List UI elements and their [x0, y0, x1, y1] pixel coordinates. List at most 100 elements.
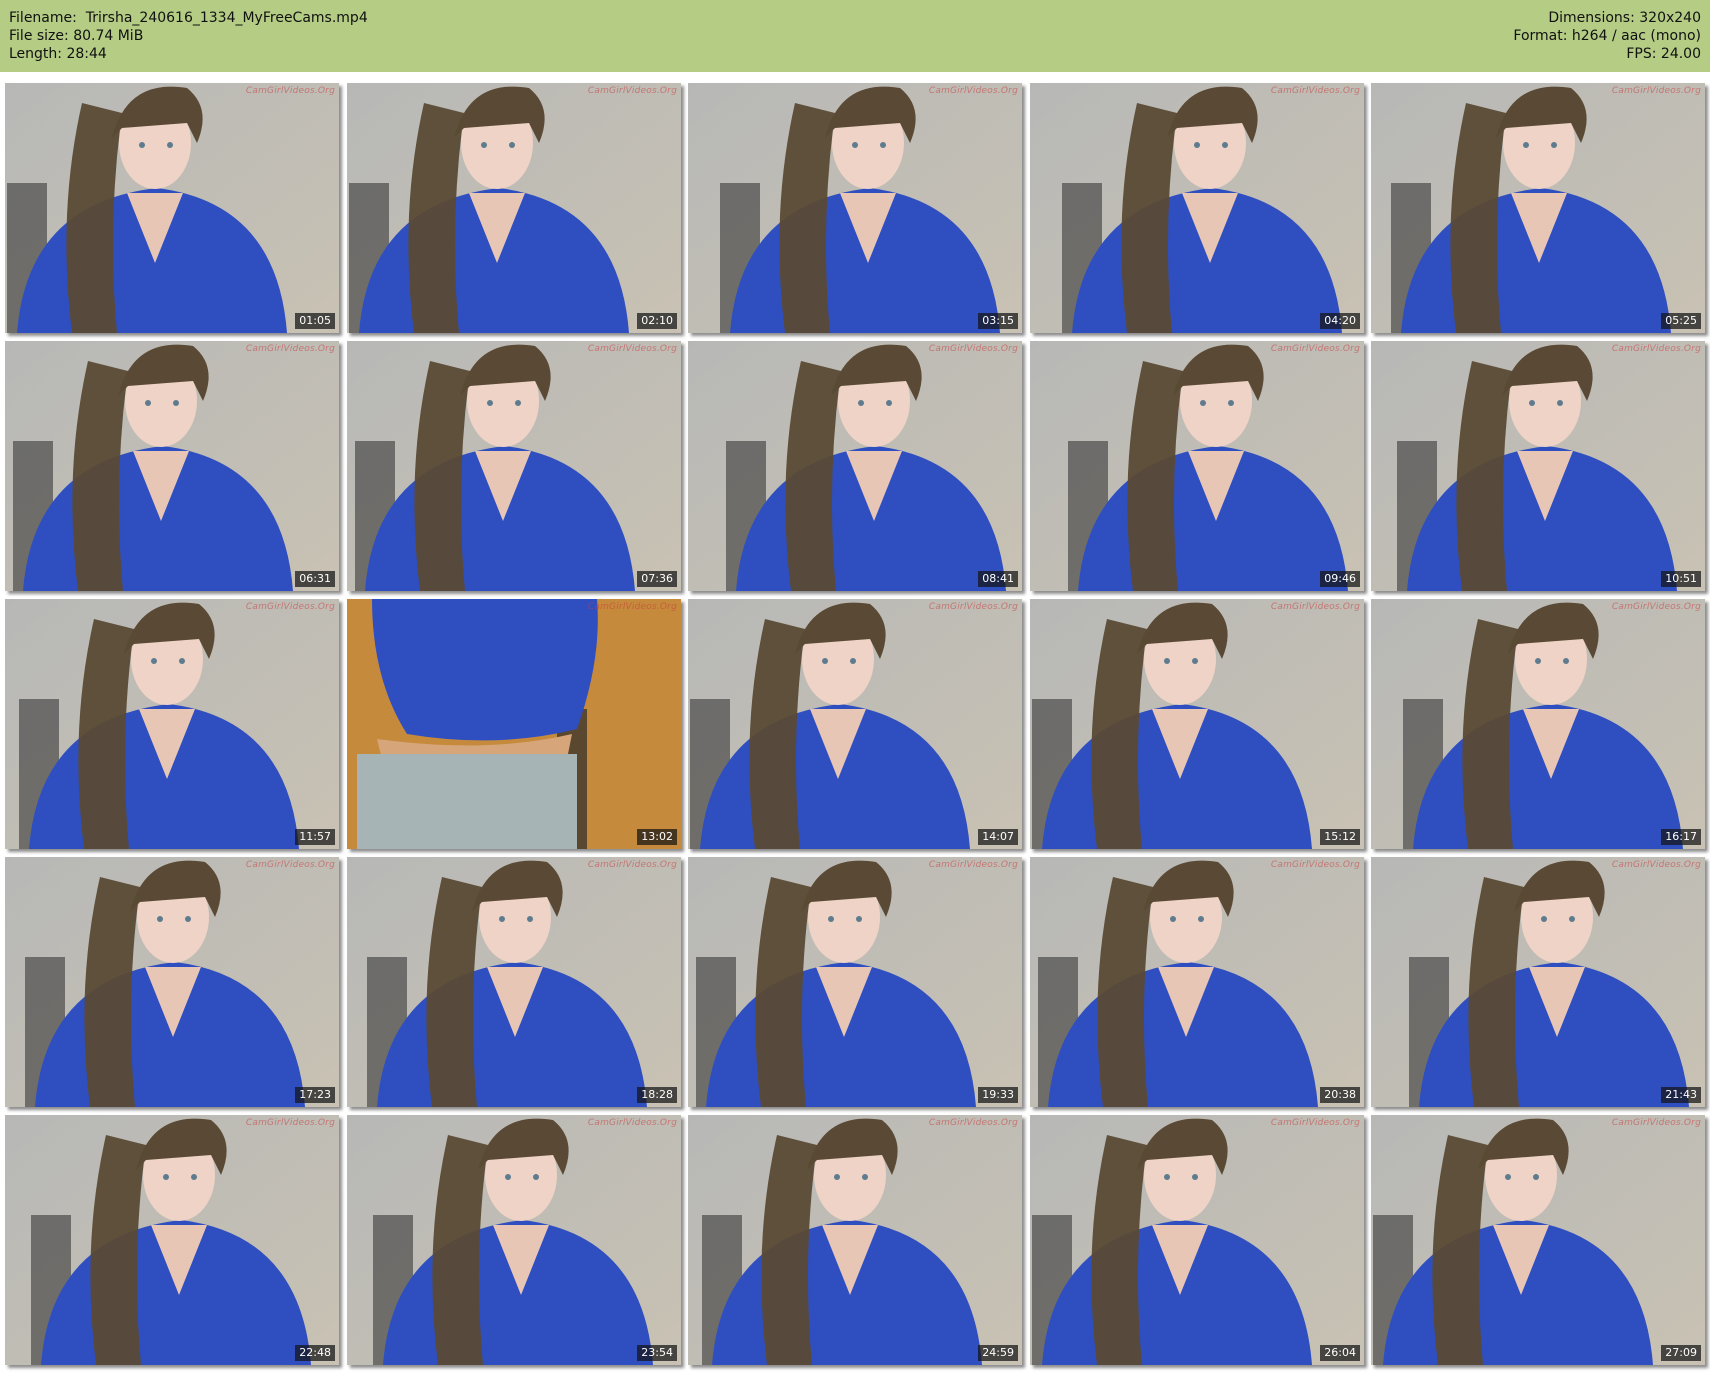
- frame-image: [5, 599, 339, 849]
- video-thumbnail: CamGirlVideos.Org 26:04: [1030, 1115, 1364, 1365]
- video-thumbnail: CamGirlVideos.Org 21:43: [1371, 857, 1705, 1107]
- video-thumbnail: CamGirlVideos.Org 22:48: [5, 1115, 339, 1365]
- video-thumbnail: CamGirlVideos.Org 07:36: [347, 341, 681, 591]
- watermark-text: CamGirlVideos.Org: [245, 602, 335, 612]
- watermark-text: CamGirlVideos.Org: [1611, 602, 1701, 612]
- video-thumbnail: CamGirlVideos.Org 04:20: [1030, 83, 1364, 333]
- frame-image: [347, 1115, 681, 1365]
- watermark-text: CamGirlVideos.Org: [1611, 344, 1701, 354]
- timestamp-label: 16:17: [1661, 829, 1701, 845]
- thumbnail-grid: CamGirlVideos.Org 01:05 CamGirlVideos.Org 0…: [5, 83, 1705, 1367]
- frame-image: [1030, 1115, 1364, 1365]
- watermark-text: CamGirlVideos.Org: [587, 1118, 677, 1128]
- watermark-text: CamGirlVideos.Org: [245, 344, 335, 354]
- timestamp-label: 06:31: [295, 571, 335, 587]
- frame-image: [1371, 1115, 1705, 1365]
- video-thumbnail: CamGirlVideos.Org 02:10: [347, 83, 681, 333]
- length-value: 28:44: [66, 46, 107, 62]
- timestamp-label: 21:43: [1661, 1087, 1701, 1103]
- timestamp-label: 27:09: [1661, 1345, 1701, 1361]
- length-row: Length: 28:44: [9, 46, 107, 62]
- frame-image: [1371, 857, 1705, 1107]
- dimensions-row: Dimensions: 320x240: [1548, 10, 1701, 26]
- timestamp-label: 17:23: [295, 1087, 335, 1103]
- video-thumbnail: CamGirlVideos.Org 08:41: [688, 341, 1022, 591]
- frame-image: [5, 341, 339, 591]
- timestamp-label: 13:02: [637, 829, 677, 845]
- watermark-text: CamGirlVideos.Org: [1270, 1118, 1360, 1128]
- fps-row: FPS: 24.00: [1626, 46, 1701, 62]
- timestamp-label: 15:12: [1320, 829, 1360, 845]
- watermark-text: CamGirlVideos.Org: [1611, 860, 1701, 870]
- timestamp-label: 01:05: [295, 313, 335, 329]
- timestamp-label: 26:04: [1320, 1345, 1360, 1361]
- timestamp-label: 22:48: [295, 1345, 335, 1361]
- frame-image: [1371, 341, 1705, 591]
- frame-image: [347, 341, 681, 591]
- frame-image: [1030, 857, 1364, 1107]
- watermark-text: CamGirlVideos.Org: [245, 1118, 335, 1128]
- frame-image: [688, 1115, 1022, 1365]
- frame-image: [1371, 83, 1705, 333]
- watermark-text: CamGirlVideos.Org: [928, 1118, 1018, 1128]
- timestamp-label: 19:33: [978, 1087, 1018, 1103]
- filesize-value: 80.74 MiB: [73, 28, 144, 44]
- video-thumbnail: CamGirlVideos.Org 09:46: [1030, 341, 1364, 591]
- frame-image: [1371, 599, 1705, 849]
- frame-image: [688, 599, 1022, 849]
- timestamp-label: 18:28: [637, 1087, 677, 1103]
- frame-image: [688, 83, 1022, 333]
- format-value: h264 / aac (mono): [1571, 28, 1701, 44]
- video-thumbnail: CamGirlVideos.Org 18:28: [347, 857, 681, 1107]
- video-thumbnail: CamGirlVideos.Org 23:54: [347, 1115, 681, 1365]
- dimensions-value: 320x240: [1639, 10, 1701, 26]
- video-thumbnail: CamGirlVideos.Org 16:17: [1371, 599, 1705, 849]
- watermark-text: CamGirlVideos.Org: [245, 86, 335, 96]
- video-thumbnail: CamGirlVideos.Org 20:38: [1030, 857, 1364, 1107]
- watermark-text: CamGirlVideos.Org: [1270, 344, 1360, 354]
- frame-image: [5, 1115, 339, 1365]
- filename-value: Trirsha_240616_1334_MyFreeCams.mp4: [85, 10, 368, 26]
- info-header: Filename: Trirsha_240616_1334_MyFreeCams…: [0, 0, 1710, 72]
- frame-image: [688, 341, 1022, 591]
- video-thumbnail: CamGirlVideos.Org 24:59: [688, 1115, 1022, 1365]
- frame-image: [688, 857, 1022, 1107]
- timestamp-label: 08:41: [978, 571, 1018, 587]
- video-thumbnail: CamGirlVideos.Org 03:15: [688, 83, 1022, 333]
- filename-row: Filename: Trirsha_240616_1334_MyFreeCams…: [9, 10, 368, 26]
- file-info: Filename: Trirsha_240616_1334_MyFreeCams…: [9, 9, 368, 63]
- timestamp-label: 02:10: [637, 313, 677, 329]
- watermark-text: CamGirlVideos.Org: [587, 860, 677, 870]
- frame-image: [347, 599, 681, 849]
- format-row: Format: h264 / aac (mono): [1513, 28, 1701, 44]
- timestamp-label: 14:07: [978, 829, 1018, 845]
- timestamp-label: 05:25: [1661, 313, 1701, 329]
- frame-image: [1030, 83, 1364, 333]
- frame-image: [5, 83, 339, 333]
- timestamp-label: 03:15: [978, 313, 1018, 329]
- watermark-text: CamGirlVideos.Org: [928, 86, 1018, 96]
- video-thumbnail: CamGirlVideos.Org 11:57: [5, 599, 339, 849]
- frame-image: [1030, 341, 1364, 591]
- watermark-text: CamGirlVideos.Org: [928, 860, 1018, 870]
- video-thumbnail: CamGirlVideos.Org 05:25: [1371, 83, 1705, 333]
- video-thumbnail: CamGirlVideos.Org 06:31: [5, 341, 339, 591]
- video-thumbnail: CamGirlVideos.Org 27:09: [1371, 1115, 1705, 1365]
- watermark-text: CamGirlVideos.Org: [1611, 1118, 1701, 1128]
- timestamp-label: 23:54: [637, 1345, 677, 1361]
- video-thumbnail: CamGirlVideos.Org 14:07: [688, 599, 1022, 849]
- video-thumbnail: CamGirlVideos.Org 17:23: [5, 857, 339, 1107]
- timestamp-label: 07:36: [637, 571, 677, 587]
- video-info: Dimensions: 320x240 Format: h264 / aac (…: [1513, 9, 1701, 63]
- frame-image: [1030, 599, 1364, 849]
- fps-value: 24.00: [1660, 46, 1701, 62]
- timestamp-label: 11:57: [295, 829, 335, 845]
- watermark-text: CamGirlVideos.Org: [587, 602, 677, 612]
- watermark-text: CamGirlVideos.Org: [928, 602, 1018, 612]
- video-thumbnail: CamGirlVideos.Org 01:05: [5, 83, 339, 333]
- video-thumbnail: CamGirlVideos.Org 19:33: [688, 857, 1022, 1107]
- watermark-text: CamGirlVideos.Org: [1270, 86, 1360, 96]
- video-thumbnail: CamGirlVideos.Org 10:51: [1371, 341, 1705, 591]
- watermark-text: CamGirlVideos.Org: [1270, 602, 1360, 612]
- frame-image: [347, 857, 681, 1107]
